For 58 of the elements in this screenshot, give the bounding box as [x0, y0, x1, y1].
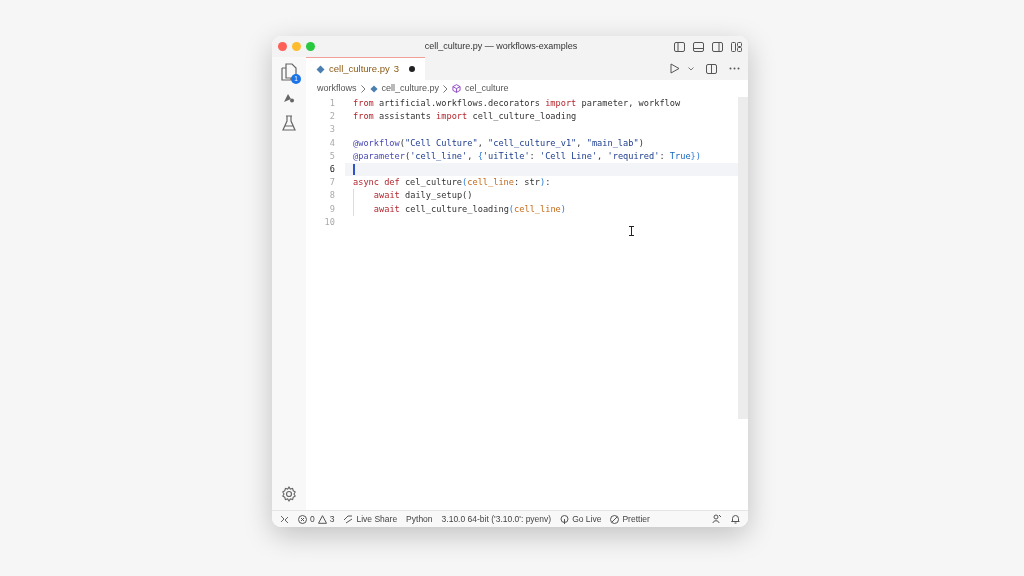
- more-icon[interactable]: [729, 67, 740, 70]
- status-item[interactable]: Live Share: [343, 512, 398, 526]
- line-number: 2: [328, 110, 335, 124]
- breadcrumb-item[interactable]: workflows: [317, 81, 357, 96]
- secondary-sidebar-icon[interactable]: [712, 41, 723, 52]
- bell-icon: [731, 514, 740, 524]
- code-line: await cell_culture_loading(cell_line): [373, 203, 566, 214]
- code-line: async def cel_culture(cell_line: str):: [353, 177, 551, 188]
- cube-icon: [452, 84, 462, 93]
- code-line: @parameter('cell_line', {'uiTitle': 'Cell Line', 'required': True}): [353, 150, 701, 161]
- run-icon[interactable]: [670, 63, 680, 74]
- layout-icon[interactable]: [731, 41, 742, 52]
- feedback-icon: [712, 514, 722, 524]
- code-line: @workflow("Cell Culture", "cell_culture_v1", "main_lab"): [353, 137, 644, 148]
- editor-tab[interactable]: cell_culture.py 3: [306, 57, 426, 80]
- split-editor-icon[interactable]: [706, 63, 717, 74]
- caret-icon[interactable]: [688, 66, 694, 71]
- breadcrumb-item[interactable]: cel_culture: [465, 81, 509, 96]
- extension-icon[interactable]: [283, 93, 295, 103]
- flask-icon[interactable]: [282, 115, 296, 131]
- line-number: 10: [323, 215, 335, 229]
- chevron-icon: [360, 84, 366, 93]
- broadcast-icon: [560, 514, 570, 524]
- line-number: 6: [328, 162, 335, 176]
- code-line: from assistants import cell_culture_loading: [353, 111, 577, 122]
- error-icon: [298, 514, 307, 524]
- line-number: 1: [328, 97, 335, 110]
- code-line: from artificial.workflows.decorators import parameter, workflow: [353, 98, 681, 108]
- line-number: 4: [328, 136, 335, 150]
- code-line: await daily_setup(): [373, 190, 473, 201]
- blocked-icon: [610, 514, 620, 524]
- problems-indicator[interactable]: 0 3: [298, 512, 335, 526]
- scrollbar[interactable]: [738, 97, 748, 419]
- status-item[interactable]: 3.10.0 64-bit ('3.10.0': pyenv): [441, 512, 552, 526]
- sidebar-toggle-icon[interactable]: [674, 41, 685, 52]
- line-number: 3: [328, 123, 335, 137]
- breadcrumb-item[interactable]: cell_culture.py: [381, 81, 440, 96]
- panel-toggle-icon[interactable]: [693, 41, 704, 52]
- text-cursor: [353, 163, 355, 175]
- status-item[interactable]: Prettier: [610, 512, 650, 526]
- python-icon: [316, 64, 325, 74]
- line-number: 5: [328, 149, 335, 163]
- status-item[interactable]: Go Live: [560, 512, 602, 526]
- line-number: 9: [328, 202, 335, 216]
- warning-icon: [317, 514, 327, 524]
- ibeam-cursor-icon: [629, 226, 634, 236]
- chevron-icon: [443, 84, 449, 93]
- live-share-icon: [343, 514, 354, 524]
- error-count: 0: [310, 512, 315, 526]
- line-number: 7: [328, 176, 335, 190]
- python-icon: [369, 84, 378, 93]
- close-button[interactable]: [278, 42, 287, 51]
- warning-count: 3: [329, 512, 335, 526]
- remote-icon: [280, 514, 289, 524]
- settings-icon[interactable]: [281, 486, 297, 502]
- window-title: cell_culture.py — workflows-examples: [424, 40, 578, 51]
- status-item[interactable]: Python: [406, 512, 433, 526]
- line-number: 8: [328, 189, 335, 203]
